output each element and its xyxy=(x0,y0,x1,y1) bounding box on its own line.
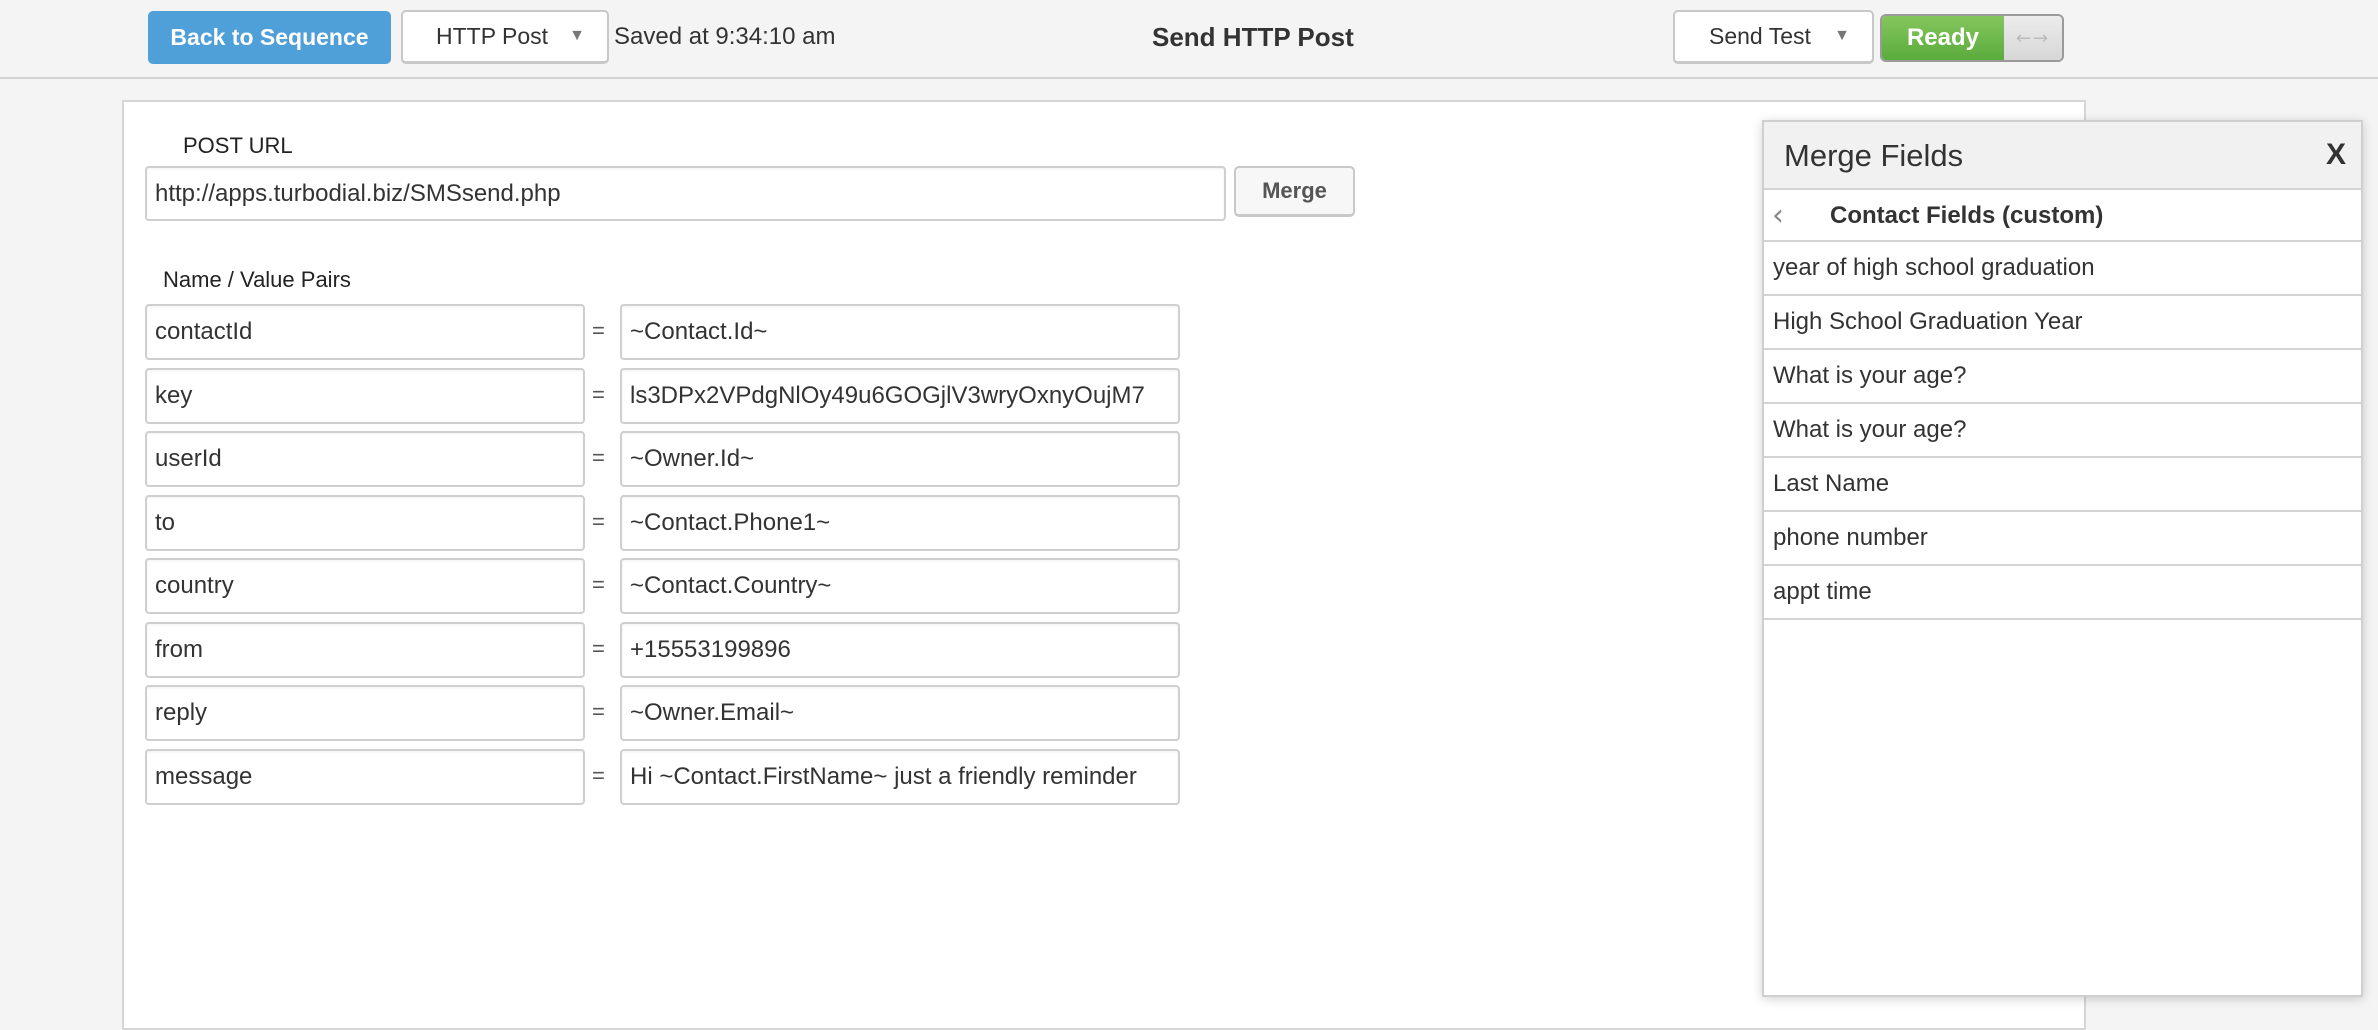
caret-down-icon: ▼ xyxy=(569,27,585,44)
merge-fields-header: Merge Fields X xyxy=(1764,122,2361,190)
merge-field-item[interactable]: phone number xyxy=(1764,512,2361,566)
merge-field-item[interactable]: High School Graduation Year xyxy=(1764,296,2361,350)
merge-fields-title: Merge Fields xyxy=(1784,138,1964,173)
page-title: Send HTTP Post xyxy=(1152,22,1354,52)
pair-row: key = ls3DPx2VPdgNlOy49u6GOGjlV3wryOxnyOuj… xyxy=(145,367,1180,424)
merge-field-item[interactable]: Last Name xyxy=(1764,458,2361,512)
merge-fields-panel: Merge Fields X ‹ Contact Fields (custom)… xyxy=(1762,120,2363,997)
pair-row: contactId = ~Contact.Id~ xyxy=(145,304,1180,360)
merge-fields-list: year of high school graduation High Schoo… xyxy=(1764,242,2361,620)
merge-field-item[interactable]: appt time xyxy=(1764,566,2361,620)
send-test-dropdown[interactable]: Send Test ▼ xyxy=(1673,10,1874,64)
post-url-label: POST URL xyxy=(183,133,293,158)
merge-field-item[interactable]: What is your age? xyxy=(1764,350,2361,404)
equals-sign: = xyxy=(592,381,605,407)
pair-value-input[interactable]: Hi ~Contact.FirstName~ just a friendly r… xyxy=(620,748,1180,805)
merge-button[interactable]: Merge xyxy=(1234,166,1355,217)
pair-name-input[interactable]: contactId xyxy=(145,304,585,360)
back-to-sequence-button[interactable]: Back to Sequence xyxy=(148,11,391,64)
pair-value-input[interactable]: ~Owner.Id~ xyxy=(620,431,1180,487)
pair-row: from = +15553199896 xyxy=(145,621,1180,678)
merge-field-item[interactable]: What is your age? xyxy=(1764,404,2361,458)
pair-name-input[interactable]: country xyxy=(145,558,585,614)
pair-value-input[interactable]: ~Contact.Phone1~ xyxy=(620,494,1180,551)
ready-toggle: Ready ←→ xyxy=(1880,14,2064,62)
saved-status: Saved at 9:34:10 am xyxy=(614,23,836,50)
pair-row: country = ~Contact.Country~ xyxy=(145,558,1180,614)
equals-sign: = xyxy=(592,699,605,724)
section-title: Contact Fields (custom) xyxy=(1830,202,2104,229)
pair-name-input[interactable]: userId xyxy=(145,431,585,487)
pair-name-input[interactable]: from xyxy=(145,621,585,678)
pair-row: reply = ~Owner.Email~ xyxy=(145,685,1180,741)
pair-value-input[interactable]: ls3DPx2VPdgNlOy49u6GOGjlV3wryOxnyOujM7 xyxy=(620,367,1180,424)
equals-sign: = xyxy=(592,762,605,788)
pair-row: message = Hi ~Contact.FirstName~ just a fr… xyxy=(145,748,1180,805)
pair-name-input[interactable]: key xyxy=(145,367,585,424)
pair-row: to = ~Contact.Phone1~ xyxy=(145,494,1180,551)
pair-name-input[interactable]: reply xyxy=(145,685,585,741)
equals-sign: = xyxy=(592,445,605,470)
equals-sign: = xyxy=(592,572,605,597)
top-toolbar: Back to Sequence HTTP Post ▼ Saved at 9:… xyxy=(0,0,2378,79)
chevron-left-icon[interactable]: ‹ xyxy=(1772,198,1784,233)
pair-value-input[interactable]: ~Contact.Id~ xyxy=(620,304,1180,360)
name-value-pairs-label: Name / Value Pairs xyxy=(163,267,351,292)
pair-value-input[interactable]: ~Contact.Country~ xyxy=(620,558,1180,614)
close-icon[interactable]: X xyxy=(2326,138,2346,172)
pair-value-input[interactable]: +15553199896 xyxy=(620,621,1180,678)
action-type-dropdown[interactable]: HTTP Post ▼ xyxy=(401,10,609,64)
pair-name-input[interactable]: to xyxy=(145,494,585,551)
merge-field-item[interactable]: year of high school graduation xyxy=(1764,242,2361,296)
action-type-value: HTTP Post xyxy=(436,23,549,49)
send-test-label: Send Test xyxy=(1709,23,1811,49)
post-url-input[interactable]: http://apps.turbodial.biz/SMSsend.php xyxy=(145,166,1226,221)
pair-row: userId = ~Owner.Id~ xyxy=(145,431,1180,487)
merge-fields-section-header: ‹ Contact Fields (custom) xyxy=(1764,190,2361,242)
equals-sign: = xyxy=(592,508,605,534)
caret-down-icon: ▼ xyxy=(1834,27,1850,44)
ready-button[interactable]: Ready xyxy=(1882,16,2004,60)
equals-sign: = xyxy=(592,318,605,343)
pair-name-input[interactable]: message xyxy=(145,748,585,805)
equals-sign: = xyxy=(592,635,605,661)
toggle-arrows-icon[interactable]: ←→ xyxy=(2004,16,2062,60)
pair-value-input[interactable]: ~Owner.Email~ xyxy=(620,685,1180,741)
